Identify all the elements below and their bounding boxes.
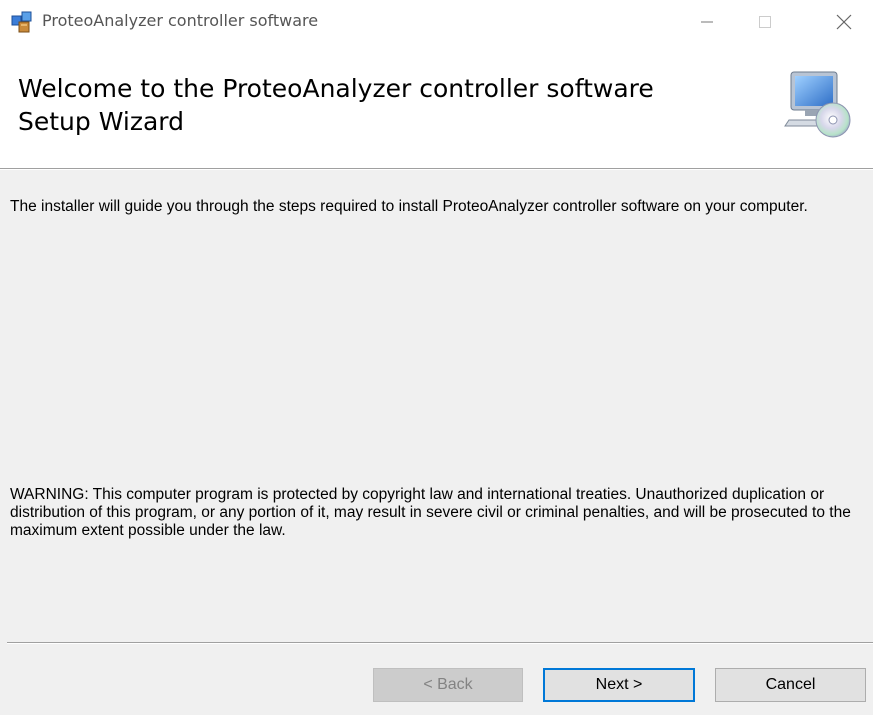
computer-cd-icon [783,68,855,140]
wizard-banner: Welcome to the ProteoAnalyzer controller… [0,44,873,168]
banner-title: Welcome to the ProteoAnalyzer controller… [18,74,654,136]
minimize-button[interactable] [679,0,735,44]
cancel-button[interactable]: Cancel [715,668,866,702]
wizard-body: The installer will guide you through the… [0,170,873,715]
close-icon [836,14,852,30]
minimize-icon [701,21,713,23]
title-bar[interactable]: ProteoAnalyzer controller software [0,0,873,44]
window-title: ProteoAnalyzer controller software [42,11,319,30]
maximize-icon [759,16,771,28]
intro-text: The installer will guide you through the… [10,198,808,215]
next-button[interactable]: Next > [543,668,695,702]
back-button: < Back [373,668,523,702]
installer-icon [10,10,34,34]
footer-divider [7,642,873,644]
close-button[interactable] [816,0,872,44]
maximize-button [737,0,793,44]
copyright-warning-text: WARNING: This computer program is protec… [10,486,851,539]
